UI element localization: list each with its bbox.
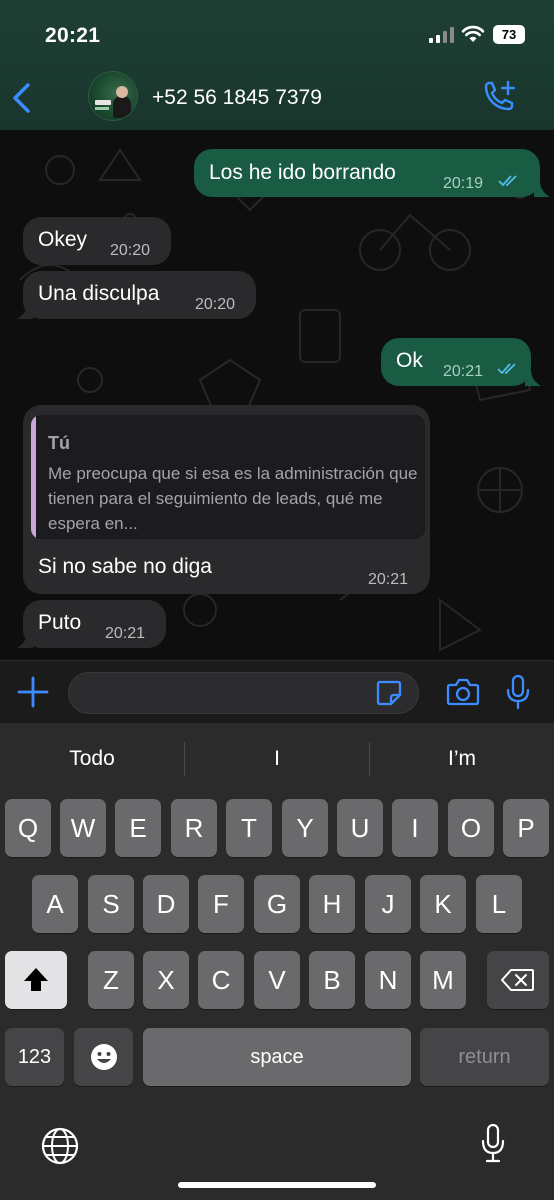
key-i[interactable]: I (392, 799, 438, 857)
return-key[interactable]: return (420, 1028, 549, 1086)
bubble-tail (17, 632, 33, 648)
message-time: 20:21 (368, 571, 409, 588)
key-r[interactable]: R (171, 799, 217, 857)
bubble-tail (534, 181, 550, 197)
message-text: Los he ido borrando (209, 161, 396, 184)
key-x[interactable]: X (143, 951, 189, 1009)
avatar-face (116, 86, 128, 98)
sticker-icon[interactable] (375, 679, 403, 707)
message-time: 20:20 (110, 242, 151, 259)
key-z[interactable]: Z (88, 951, 134, 1009)
message-text: Ok (396, 349, 423, 372)
quoted-message[interactable]: Tú Me preocupa que si esa es la administ… (31, 415, 425, 539)
read-ticks-icon (497, 363, 516, 375)
microphone-icon[interactable] (506, 674, 530, 710)
key-o[interactable]: O (448, 799, 494, 857)
key-k[interactable]: K (420, 875, 466, 933)
avatar-text-block (95, 107, 109, 110)
space-key[interactable]: space (143, 1028, 411, 1086)
emoji-key[interactable] (74, 1028, 133, 1086)
key-y[interactable]: Y (282, 799, 328, 857)
key-u[interactable]: U (337, 799, 383, 857)
home-indicator[interactable] (178, 1182, 376, 1188)
plus-icon[interactable] (17, 676, 49, 708)
battery-indicator: 73 (493, 25, 525, 44)
call-add-icon[interactable] (480, 80, 518, 114)
message-bubble[interactable]: Okey 20:20 (23, 217, 171, 265)
delete-key[interactable] (487, 951, 549, 1009)
message-text: Si no sabe no diga (38, 555, 212, 578)
key-a[interactable]: A (32, 875, 78, 933)
message-bubble[interactable]: Puto 20:21 (23, 600, 166, 648)
emoji-icon (90, 1044, 117, 1070)
delete-icon (501, 969, 534, 991)
message-bubble[interactable]: Una disculpa 20:20 (23, 271, 256, 319)
key-m[interactable]: M (420, 951, 466, 1009)
message-time: 20:21 (105, 625, 146, 642)
suggestion-item[interactable]: I’m (370, 747, 554, 771)
bubble-tail (525, 370, 541, 386)
key-b[interactable]: B (309, 951, 355, 1009)
avatar-figure (113, 96, 131, 118)
suggestion-item[interactable]: I (185, 747, 369, 771)
key-d[interactable]: D (143, 875, 189, 933)
status-time: 20:21 (45, 24, 101, 47)
key-f[interactable]: F (198, 875, 244, 933)
keyboard: Todo I I’m Q W E R T Y U I O P A S D F G… (0, 723, 554, 1200)
quote-author: Tú (48, 433, 70, 453)
dictation-icon[interactable] (480, 1123, 506, 1163)
avatar[interactable] (88, 71, 138, 121)
message-text: Puto (38, 611, 82, 634)
message-list[interactable]: Los he ido borrando 20:19 Okey 20:20 Una… (0, 130, 554, 660)
message-bubble[interactable]: Ok 20:21 (381, 338, 531, 386)
avatar-text-block (95, 100, 111, 105)
key-l[interactable]: L (476, 875, 522, 933)
key-j[interactable]: J (365, 875, 411, 933)
signal-icon (429, 27, 454, 43)
quote-bar (31, 415, 36, 539)
back-icon[interactable] (10, 82, 34, 114)
bubble-tail (17, 303, 33, 319)
wifi-icon (461, 25, 485, 42)
message-text: Okey (38, 228, 88, 251)
key-h[interactable]: H (309, 875, 355, 933)
key-e[interactable]: E (115, 799, 161, 857)
globe-icon[interactable] (41, 1127, 79, 1165)
key-v[interactable]: V (254, 951, 300, 1009)
camera-icon[interactable] (446, 677, 480, 707)
shift-icon (24, 968, 48, 991)
chat-header: 20:21 73 +52 56 1845 7379 (0, 0, 554, 130)
numbers-key[interactable]: 123 (5, 1028, 64, 1086)
message-bubble[interactable]: Los he ido borrando 20:19 (194, 149, 540, 197)
key-q[interactable]: Q (5, 799, 51, 857)
shift-key[interactable] (5, 951, 67, 1009)
message-bubble-with-reply[interactable]: Tú Me preocupa que si esa es la administ… (23, 405, 430, 594)
autocomplete-bar: Todo I I’m (0, 723, 554, 795)
status-bar: 20:21 73 (0, 0, 554, 64)
contact-name[interactable]: +52 56 1845 7379 (152, 86, 322, 110)
key-s[interactable]: S (88, 875, 134, 933)
key-p[interactable]: P (503, 799, 549, 857)
suggestion-item[interactable]: Todo (0, 747, 184, 771)
key-t[interactable]: T (226, 799, 272, 857)
read-ticks-icon (498, 175, 517, 187)
quote-text: Me preocupa que si esa es la administrac… (48, 464, 418, 533)
composer-bar (0, 660, 554, 723)
message-input[interactable] (68, 672, 419, 714)
key-c[interactable]: C (198, 951, 244, 1009)
message-text: Una disculpa (38, 282, 160, 305)
message-time: 20:19 (443, 175, 484, 192)
key-n[interactable]: N (365, 951, 411, 1009)
key-g[interactable]: G (254, 875, 300, 933)
key-w[interactable]: W (60, 799, 106, 857)
message-time: 20:20 (195, 296, 236, 313)
message-time: 20:21 (443, 363, 484, 380)
